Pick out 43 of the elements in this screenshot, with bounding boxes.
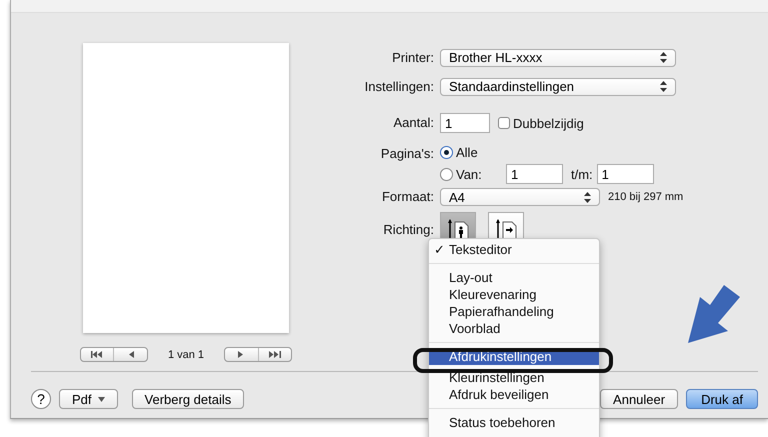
menu-item[interactable]: ✓ Teksteditor <box>429 241 599 258</box>
printer-dropdown[interactable]: Brother HL-xxxx <box>440 48 676 66</box>
page-count: 1 van 1 <box>168 348 204 360</box>
pdf-menu-button[interactable]: Pdf <box>59 389 118 409</box>
radio-label: Alle <box>456 145 478 160</box>
field-label: Pagina's: <box>380 145 434 162</box>
cancel-button[interactable]: Annuleer <box>600 389 678 409</box>
field-label: Instellingen: <box>364 78 434 96</box>
copies-field[interactable]: 1 <box>440 113 490 133</box>
field-label: t/m: <box>571 166 593 182</box>
menu-item[interactable]: Kleurinstellingen <box>429 369 599 386</box>
first-page-icon <box>91 351 104 358</box>
menu-item[interactable]: Kleurevenaring <box>429 286 599 303</box>
checkbox-label: Dubbelzijdig <box>513 116 584 130</box>
field-label: Aantal: <box>392 114 434 132</box>
menu-item[interactable]: Papierafhandeling <box>429 303 599 320</box>
paper-size-dropdown[interactable]: A4 <box>440 188 600 206</box>
arrow-icon <box>688 285 740 343</box>
menu-item[interactable]: Afdruk beveiligen <box>429 386 599 403</box>
radio-button[interactable] <box>440 146 453 159</box>
last-page-icon <box>268 351 281 358</box>
menu-item[interactable]: Status toebehoren <box>429 414 599 431</box>
hide-details-button[interactable]: Verberg details <box>132 389 244 409</box>
paper-dimensions: 210 bij 297 mm <box>608 191 684 203</box>
menu-item[interactable]: Voorblad <box>429 320 599 337</box>
stepper-arrows-icon <box>584 192 591 202</box>
to-page-field[interactable]: 1 <box>596 164 654 184</box>
menu-item[interactable]: Lay-out <box>429 269 599 286</box>
field-label: Formaat: <box>380 188 434 206</box>
stepper-arrows-icon <box>660 81 667 92</box>
settings-dropdown[interactable]: Standaardinstellingen <box>440 78 676 96</box>
print-button[interactable]: Druk af <box>686 389 758 409</box>
field-label: Richting: <box>382 221 434 239</box>
help-button[interactable]: ? <box>31 389 51 409</box>
caret-icon <box>98 396 105 402</box>
previous-page-icon <box>128 351 134 358</box>
radio-label: Van: <box>456 166 482 182</box>
field-label: Printer: <box>391 49 434 67</box>
radio-button[interactable] <box>440 168 453 180</box>
stepper-arrows-icon <box>660 52 667 63</box>
from-page-field[interactable]: 1 <box>506 164 563 184</box>
duplex-checkbox[interactable] <box>498 117 510 129</box>
next-page-icon <box>238 351 244 358</box>
